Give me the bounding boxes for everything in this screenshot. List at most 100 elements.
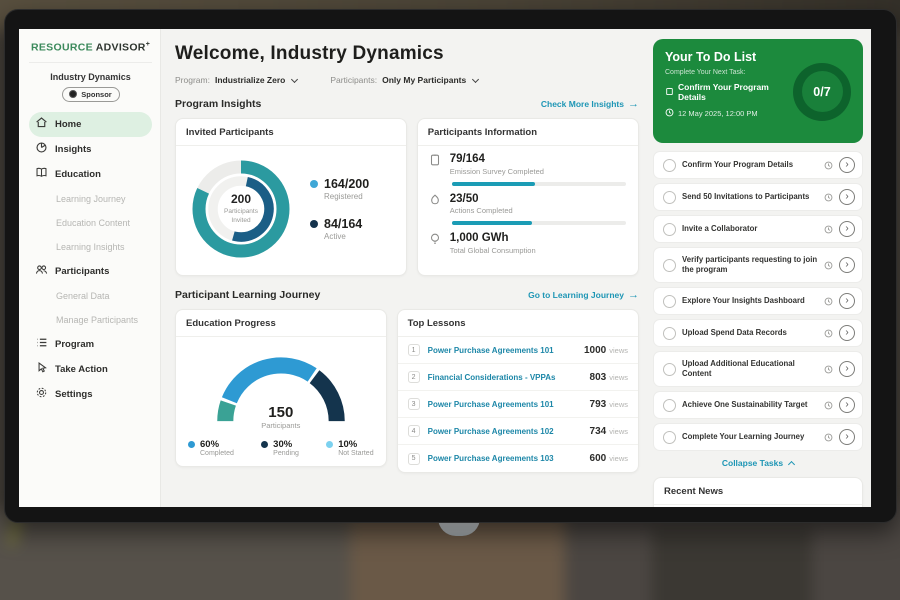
task-item[interactable]: Upload Spend Data Records › xyxy=(653,319,863,347)
lesson-link[interactable]: Power Purchase Agreements 103 xyxy=(428,454,590,463)
task-checkbox[interactable] xyxy=(663,159,676,172)
sidebar-item-education-content[interactable]: Education Content xyxy=(29,211,152,235)
legend-dot xyxy=(188,441,195,448)
task-open-button[interactable]: › xyxy=(839,325,855,341)
info-row-survey: 79/164 Emission Survey Completed xyxy=(418,146,638,186)
section-title: Participant Learning Journey xyxy=(175,289,320,301)
sidebar-item-home[interactable]: Home xyxy=(29,112,152,137)
info-row-actions: 23/50 Actions Completed xyxy=(418,186,638,226)
clock-icon xyxy=(824,365,833,374)
task-item[interactable]: Verify participants requesting to join t… xyxy=(653,247,863,283)
sidebar-item-take-action[interactable]: Take Action xyxy=(29,357,152,382)
task-open-button[interactable]: › xyxy=(839,189,855,205)
consumption-value: 1,000 GWh xyxy=(450,232,536,245)
lesson-rank: 2 xyxy=(408,371,420,383)
task-item[interactable]: Send 50 Invitations to Participants › xyxy=(653,183,863,211)
completed-label: Completed xyxy=(200,450,234,457)
chevron-down-icon[interactable] xyxy=(291,75,298,82)
sidebar-item-label: Program xyxy=(55,339,94,350)
sidebar-item-label: Home xyxy=(55,119,81,130)
task-open-button[interactable]: › xyxy=(839,429,855,445)
dashboard-screen: RESOURCE ADVISOR+ Industry Dynamics Spon… xyxy=(19,29,871,507)
card-title: Participants Information xyxy=(418,119,638,146)
lesson-row[interactable]: 4 Power Purchase Agreements 102 734 view… xyxy=(398,418,638,445)
sponsor-badge[interactable]: Sponsor xyxy=(62,87,120,102)
completed-value: 60% xyxy=(200,439,234,450)
sidebar-item-program[interactable]: Program xyxy=(29,332,152,357)
link-label: Check More Insights xyxy=(541,99,624,109)
survey-value: 79/164 xyxy=(450,153,544,166)
registered-label: Registered xyxy=(324,192,369,201)
task-item[interactable]: Achieve One Sustainability Target › xyxy=(653,391,863,419)
lesson-row[interactable]: 3 Power Purchase Agreements 101 793 view… xyxy=(398,391,638,418)
task-checkbox[interactable] xyxy=(663,431,676,444)
views-label: views xyxy=(609,427,628,436)
lesson-row[interactable]: 2 Financial Considerations - VPPAs 803 v… xyxy=(398,364,638,391)
logo-advisor: ADVISOR xyxy=(96,42,146,54)
task-checkbox[interactable] xyxy=(663,363,676,376)
lesson-row[interactable]: 1 Power Purchase Agreements 101 1000 vie… xyxy=(398,337,638,364)
sidebar-item-manage-participants[interactable]: Manage Participants xyxy=(29,308,152,332)
task-checkbox[interactable] xyxy=(663,191,676,204)
invited-chart-area: 200 Participants Invited 164/200 Registe xyxy=(176,146,406,268)
lesson-link[interactable]: Financial Considerations - VPPAs xyxy=(428,373,590,382)
task-item[interactable]: Upload Additional Educational Content › xyxy=(653,351,863,387)
lesson-row[interactable]: 5 Power Purchase Agreements 103 600 view… xyxy=(398,445,638,472)
task-open-button[interactable]: › xyxy=(839,157,855,173)
task-open-button[interactable]: › xyxy=(839,221,855,237)
lesson-views: 734 xyxy=(590,426,607,437)
task-open-button[interactable]: › xyxy=(839,293,855,309)
participants-filter-value[interactable]: Only My Participants xyxy=(382,75,466,85)
sidebar-item-participants[interactable]: Participants xyxy=(29,259,152,284)
sidebar-item-education[interactable]: Education xyxy=(29,162,152,187)
lesson-rank: 4 xyxy=(408,425,420,437)
lesson-link[interactable]: Power Purchase Agreements 101 xyxy=(428,346,584,355)
task-item[interactable]: Invite a Collaborator › xyxy=(653,215,863,243)
task-checkbox[interactable] xyxy=(663,399,676,412)
sidebar: RESOURCE ADVISOR+ Industry Dynamics Spon… xyxy=(19,29,161,507)
gear-icon xyxy=(35,386,48,402)
sidebar-item-learning-insights[interactable]: Learning Insights xyxy=(29,235,152,259)
learning-journey-header: Participant Learning Journey Go to Learn… xyxy=(175,289,639,301)
task-open-button[interactable]: › xyxy=(839,257,855,273)
sidebar-item-insights[interactable]: Insights xyxy=(29,137,152,162)
task-checkbox[interactable] xyxy=(663,259,676,272)
lesson-rank: 1 xyxy=(408,344,420,356)
chevron-down-icon[interactable] xyxy=(472,75,479,82)
sidebar-item-settings[interactable]: Settings xyxy=(29,382,152,407)
check-more-insights-link[interactable]: Check More Insights → xyxy=(541,99,639,110)
actions-value: 23/50 xyxy=(450,193,513,206)
task-checkbox[interactable] xyxy=(663,295,676,308)
task-item[interactable]: Complete Your Learning Journey › xyxy=(653,423,863,451)
participants-filter-label: Participants: xyxy=(330,75,377,85)
program-filter-value[interactable]: Industrialize Zero xyxy=(215,75,285,85)
list-icon xyxy=(35,336,48,352)
clock-icon xyxy=(824,161,833,170)
task-checkbox[interactable] xyxy=(663,223,676,236)
clock-icon xyxy=(824,401,833,410)
lesson-link[interactable]: Power Purchase Agreements 101 xyxy=(428,400,590,409)
insights-cards-row: Invited Participants 200 xyxy=(175,118,639,276)
lesson-link[interactable]: Power Purchase Agreements 102 xyxy=(428,427,590,436)
scene: RESOURCE ADVISOR+ Industry Dynamics Spon… xyxy=(0,0,900,600)
legend-dot xyxy=(261,441,268,448)
sidebar-item-learning-journey[interactable]: Learning Journey xyxy=(29,187,152,211)
task-open-button[interactable]: › xyxy=(839,397,855,413)
legend-item-registered: 164/200 Registered xyxy=(310,177,369,201)
task-item[interactable]: Confirm Your Program Details › xyxy=(653,151,863,179)
sidebar-item-general-data[interactable]: General Data xyxy=(29,284,152,308)
legend-item-not-started: 10% Not Started xyxy=(326,439,373,457)
task-open-button[interactable]: › xyxy=(839,361,855,377)
sidebar-item-label: Settings xyxy=(55,389,92,400)
collapse-tasks-link[interactable]: Collapse Tasks xyxy=(653,458,863,468)
bulb-icon xyxy=(428,232,442,251)
lesson-rank: 5 xyxy=(408,453,420,465)
legend-dot xyxy=(326,441,333,448)
go-to-learning-journey-link[interactable]: Go to Learning Journey → xyxy=(528,290,639,301)
survey-label: Emission Survey Completed xyxy=(450,167,544,176)
task-item[interactable]: Explore Your Insights Dashboard › xyxy=(653,287,863,315)
clock-icon xyxy=(824,193,833,202)
top-lessons-card: Top Lessons 1 Power Purchase Agreements … xyxy=(397,309,639,473)
task-checkbox[interactable] xyxy=(663,327,676,340)
people-icon xyxy=(35,263,48,279)
